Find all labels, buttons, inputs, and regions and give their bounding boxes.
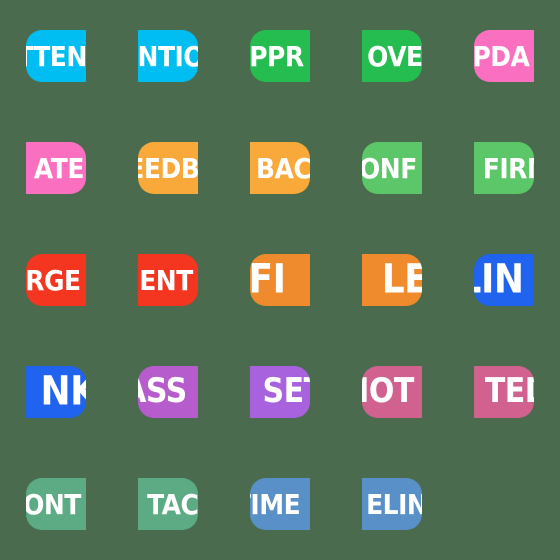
sticker-cell-noted-b[interactable]: TED bbox=[448, 336, 560, 448]
sticker-cell-link-b[interactable]: NK bbox=[0, 336, 112, 448]
sticker-label-noted-b: TED bbox=[484, 371, 534, 412]
sticker-label-attention-a: ATTEN bbox=[26, 39, 86, 73]
sticker-label-link-b: NK bbox=[40, 368, 86, 415]
sticker-label-updated-b: ATED bbox=[33, 151, 86, 185]
sticker-tile-attention-a[interactable]: ATTEN bbox=[26, 30, 86, 82]
sticker-label-attention-b: NTION bbox=[138, 39, 198, 73]
sticker-cell-file-a[interactable]: FI bbox=[224, 224, 336, 336]
sticker-tile-file-b[interactable]: LE bbox=[362, 254, 422, 306]
sticker-cell-file-b[interactable]: LE bbox=[336, 224, 448, 336]
sticker-cell-timeline-a[interactable]: TIME bbox=[224, 448, 336, 560]
sticker-cell-contact-b[interactable]: TACT bbox=[112, 448, 224, 560]
sticker-label-asset-b: SET bbox=[262, 371, 310, 412]
sticker-label-timeline-a: TIME bbox=[250, 487, 301, 521]
sticker-tile-approved-b[interactable]: OVED bbox=[362, 30, 422, 82]
sticker-tile-feedback-a[interactable]: FEEDB bbox=[138, 142, 198, 194]
sticker-label-updated-a: UPDA bbox=[474, 39, 530, 73]
sticker-label-urgent-a: URGE bbox=[26, 263, 81, 297]
sticker-cell-urgent-b[interactable]: ENT !! bbox=[112, 224, 224, 336]
sticker-cell-asset-b[interactable]: SET bbox=[224, 336, 336, 448]
sticker-cell-confirm-b[interactable]: FIRM bbox=[448, 112, 560, 224]
sticker-cell-noted-a[interactable]: NOT bbox=[336, 336, 448, 448]
sticker-tile-confirm-a[interactable]: CONF bbox=[362, 142, 422, 194]
sticker-label-urgent-b: ENT !! bbox=[139, 263, 198, 297]
sticker-tile-updated-b[interactable]: ATED bbox=[26, 142, 86, 194]
sticker-label-approved-b: OVED bbox=[367, 39, 422, 73]
sticker-tile-feedback-b[interactable]: BACK bbox=[250, 142, 310, 194]
sticker-tile-noted-b[interactable]: TED bbox=[474, 366, 534, 418]
sticker-tile-asset-a[interactable]: ASS bbox=[138, 366, 198, 418]
sticker-cell-updated-a[interactable]: UPDA bbox=[448, 0, 560, 112]
sticker-tile-updated-a[interactable]: UPDA bbox=[474, 30, 534, 82]
sticker-label-approved-a: APPR bbox=[250, 39, 304, 73]
sticker-label-confirm-a: CONF bbox=[362, 151, 417, 185]
sticker-cell-feedback-b[interactable]: BACK bbox=[224, 112, 336, 224]
sticker-tile-contact-a[interactable]: CONT bbox=[26, 478, 86, 530]
sticker-cell-link-a[interactable]: LIN bbox=[448, 224, 560, 336]
sticker-label-asset-a: ASS bbox=[138, 371, 187, 412]
sticker-tile-urgent-a[interactable]: URGE bbox=[26, 254, 86, 306]
sticker-tile-timeline-a[interactable]: TIME bbox=[250, 478, 310, 530]
sticker-cell-contact-a[interactable]: CONT bbox=[0, 448, 112, 560]
sticker-tile-approved-a[interactable]: APPR bbox=[250, 30, 310, 82]
sticker-label-feedback-a: FEEDB bbox=[138, 151, 198, 185]
sticker-label-link-a: LIN bbox=[474, 256, 524, 303]
sticker-label-feedback-b: BACK bbox=[255, 151, 310, 185]
sticker-label-confirm-b: FIRM bbox=[482, 151, 534, 185]
sticker-tile-file-a[interactable]: FI bbox=[250, 254, 310, 306]
sticker-cell-confirm-a[interactable]: CONF bbox=[336, 112, 448, 224]
sticker-tile-contact-b[interactable]: TACT bbox=[138, 478, 198, 530]
sticker-label-timeline-b: ELINE bbox=[366, 487, 422, 521]
sticker-cell-approved-a[interactable]: APPR bbox=[224, 0, 336, 112]
sticker-label-file-a: FI bbox=[250, 256, 286, 303]
sticker-cell-feedback-a[interactable]: FEEDB bbox=[112, 112, 224, 224]
sticker-label-contact-a: CONT bbox=[26, 487, 81, 521]
sticker-cell-approved-b[interactable]: OVED bbox=[336, 0, 448, 112]
sticker-tile-noted-a[interactable]: NOT bbox=[362, 366, 422, 418]
sticker-label-contact-b: TACT bbox=[147, 487, 198, 521]
sticker-tile-asset-b[interactable]: SET bbox=[250, 366, 310, 418]
sticker-tile-link-a[interactable]: LIN bbox=[474, 254, 534, 306]
sticker-tile-urgent-b[interactable]: ENT !! bbox=[138, 254, 198, 306]
sticker-cell-updated-b[interactable]: ATED bbox=[0, 112, 112, 224]
sticker-cell-urgent-a[interactable]: URGE bbox=[0, 224, 112, 336]
sticker-grid: ATTEN NTION APPR OVED UPDA ATED FEEDB BACK CONF F… bbox=[0, 0, 560, 560]
sticker-label-file-b: LE bbox=[381, 256, 422, 303]
sticker-cell-timeline-b[interactable]: ELINE bbox=[336, 448, 448, 560]
sticker-cell-attention-a[interactable]: ATTEN bbox=[0, 0, 112, 112]
sticker-tile-timeline-b[interactable]: ELINE bbox=[362, 478, 422, 530]
sticker-tile-attention-b[interactable]: NTION bbox=[138, 30, 198, 82]
sticker-label-noted-a: NOT bbox=[362, 371, 414, 412]
sticker-cell-attention-b[interactable]: NTION bbox=[112, 0, 224, 112]
sticker-tile-link-b[interactable]: NK bbox=[26, 366, 86, 418]
sticker-cell-asset-a[interactable]: ASS bbox=[112, 336, 224, 448]
sticker-tile-confirm-b[interactable]: FIRM bbox=[474, 142, 534, 194]
